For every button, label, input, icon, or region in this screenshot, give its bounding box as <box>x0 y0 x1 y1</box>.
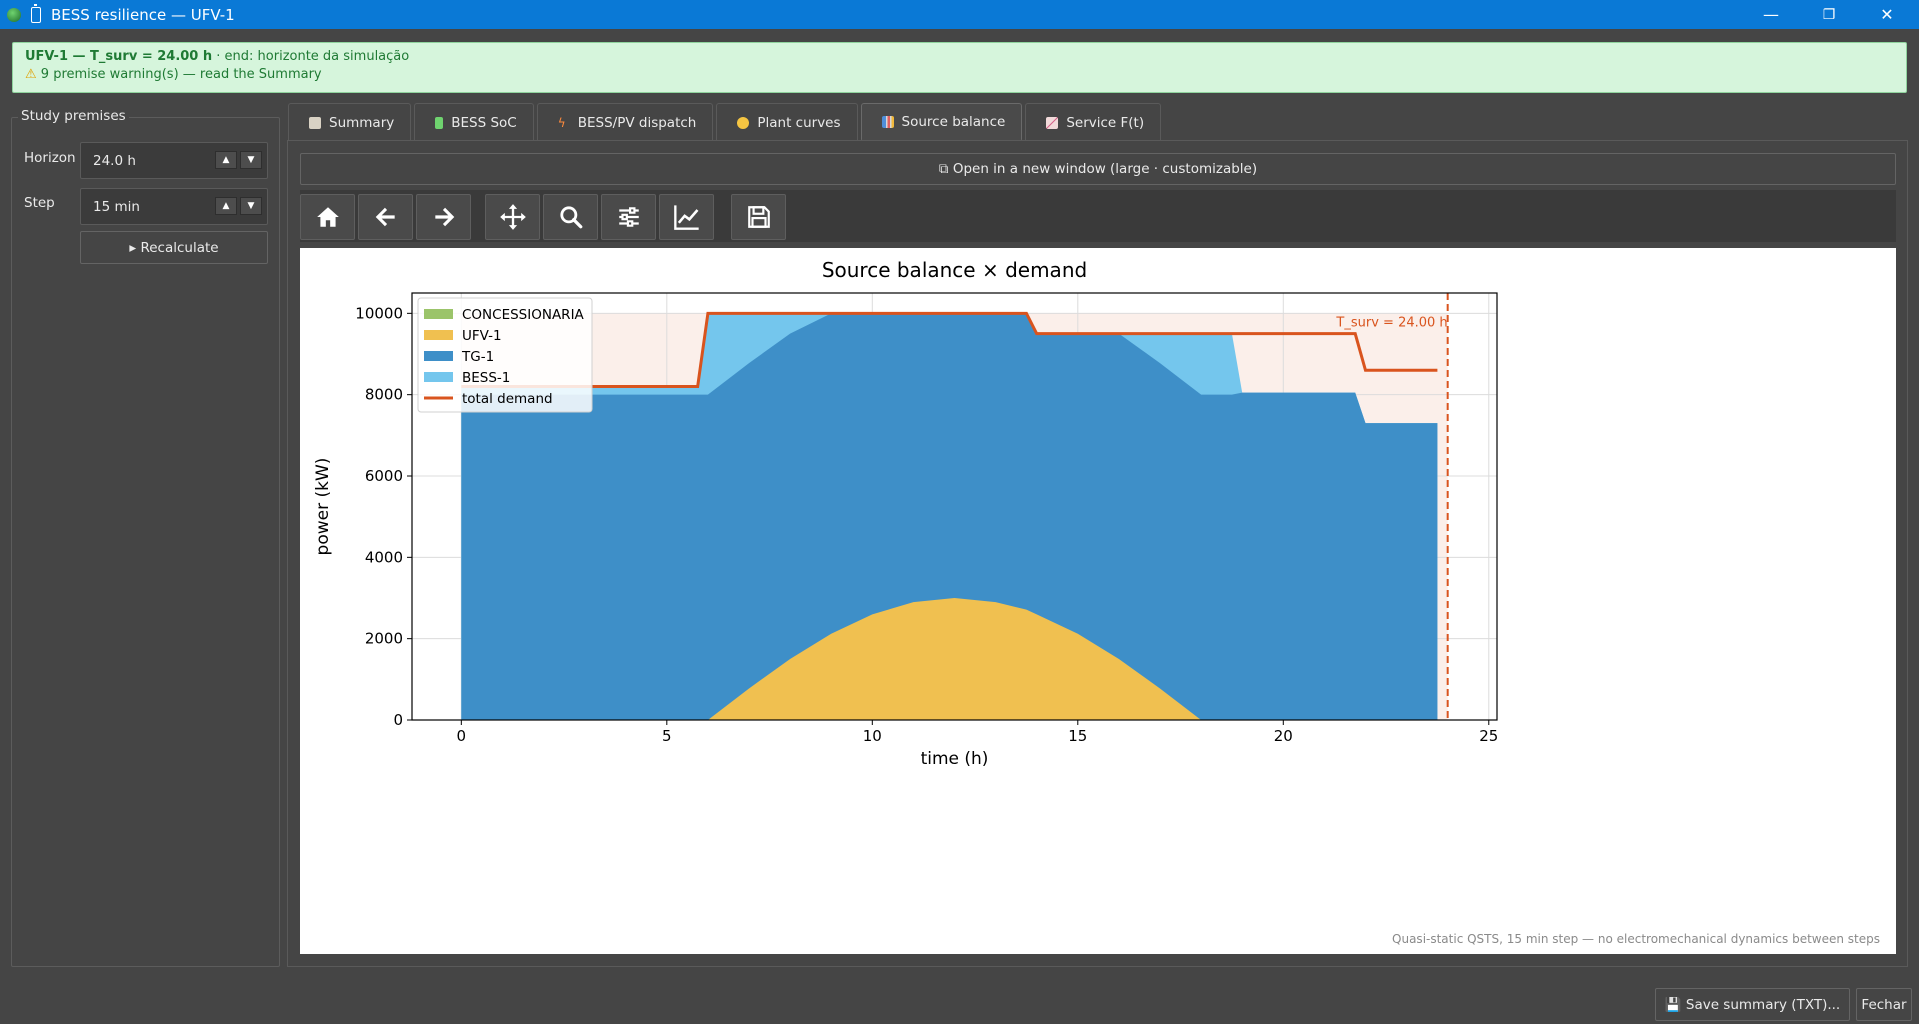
recalculate-button[interactable]: ▸ Recalculate <box>80 231 268 264</box>
legend-swatch <box>424 309 453 319</box>
horizon-spinbox[interactable]: 24.0 h ▲ ▼ <box>80 142 268 179</box>
configure-subplots-button[interactable] <box>601 194 656 240</box>
tab-label: Source balance <box>901 113 1006 130</box>
battery-icon <box>435 116 444 129</box>
chart-legend: CONCESSIONARIA UFV-1 TG-1 BESS-1 total deman… <box>417 297 593 413</box>
save-summary-button[interactable]: 💾 Save summary (TXT)... <box>1655 988 1850 1021</box>
y-tick-label: 10000 <box>355 304 403 322</box>
horizon-value: 24.0 h <box>93 153 136 169</box>
x-tick-label: 15 <box>1068 727 1087 745</box>
step-up-icon[interactable]: ▲ <box>215 197 237 215</box>
forward-button[interactable] <box>416 194 471 240</box>
study-premises-group: Study premises Horizon 24.0 h ▲ ▼ Step 1… <box>11 108 280 967</box>
step-value: 15 min <box>93 199 140 215</box>
save-figure-button[interactable] <box>731 194 786 240</box>
status-banner: UFV-1 — T_surv = 24.00 h · end: horizont… <box>12 42 1907 93</box>
pan-icon <box>499 204 526 230</box>
title-bar: BESS resilience — UFV-1 — ❐ ✕ <box>0 0 1919 29</box>
legend-label: total demand <box>462 391 553 407</box>
tab-plant-curves[interactable]: Plant curves <box>716 103 858 141</box>
chart-title: Source balance × demand <box>822 258 1087 282</box>
legend-swatch <box>424 351 453 361</box>
y-tick-label: 2000 <box>365 630 403 648</box>
tab-bar: Summary BESS SoC ϟ BESS/PV dispatch Plant… <box>288 103 1164 141</box>
close-button[interactable]: Fechar <box>1856 988 1912 1021</box>
home-button[interactable] <box>300 194 355 240</box>
pan-button[interactable] <box>485 194 540 240</box>
x-axis-label: time (h) <box>921 749 989 769</box>
summary-icon <box>309 116 321 129</box>
tab-bess-pv-dispatch[interactable]: ϟ BESS/PV dispatch <box>536 103 714 141</box>
banner-warning-text: 9 premise warning(s) — read the Summary <box>36 67 322 82</box>
x-tick-label: 10 <box>863 727 882 745</box>
edit-axes-icon <box>673 205 699 230</box>
y-tick-label: 8000 <box>365 386 403 404</box>
legend-swatch <box>424 372 453 382</box>
horizon-up-icon[interactable]: ▲ <box>215 151 237 169</box>
close-window-button[interactable]: ✕ <box>1858 0 1916 29</box>
app-icon <box>7 7 21 22</box>
window-title: BESS resilience — UFV-1 <box>51 5 235 24</box>
face-icon <box>737 116 750 129</box>
step-down-icon[interactable]: ▼ <box>240 197 262 215</box>
y-tick-label: 0 <box>393 711 403 729</box>
back-icon <box>375 207 395 227</box>
chart-svg: T_surv = 24.00 h 0 5 10 15 20 25 0 2000 4000 6000… <box>313 258 1880 946</box>
step-spinbox[interactable]: 15 min ▲ ▼ <box>80 188 268 225</box>
premises-legend: Study premises <box>18 108 129 124</box>
open-new-window-button[interactable]: ⧉ Open in a new window (large · customiz… <box>300 153 1896 185</box>
maximize-button[interactable]: ❐ <box>1800 0 1858 29</box>
banner-line-1: UFV-1 — T_surv = 24.00 h · end: horizont… <box>25 49 1894 64</box>
tab-label: BESS SoC <box>451 114 517 131</box>
banner-survival-time: UFV-1 — T_surv = 24.00 h <box>25 49 213 64</box>
tab-label: Service F(t) <box>1066 114 1145 131</box>
tab-label: BESS/PV dispatch <box>577 114 697 131</box>
battery-icon <box>31 3 41 23</box>
x-tick-label: 5 <box>662 727 672 745</box>
bar-chart-icon <box>881 115 894 128</box>
back-button[interactable] <box>358 194 413 240</box>
tab-source-balance[interactable]: Source balance <box>860 103 1023 141</box>
x-tick-label: 20 <box>1274 727 1293 745</box>
x-tick-label: 25 <box>1479 727 1498 745</box>
line-chart-icon <box>1046 116 1059 129</box>
save-figure-icon <box>747 206 770 228</box>
legend-label: UFV-1 <box>462 328 502 344</box>
tab-summary[interactable]: Summary <box>288 103 412 141</box>
chart-footnote: Quasi-static QSTS, 15 min step — no elec… <box>1392 932 1880 946</box>
tab-label: Plant curves <box>757 114 841 131</box>
source-balance-chart: T_surv = 24.00 h 0 5 10 15 20 25 0 2000 4000 6000… <box>300 248 1896 954</box>
lightning-icon: ϟ <box>557 115 566 130</box>
y-axis-label: power (kW) <box>313 458 333 556</box>
legend-label: TG-1 <box>461 349 494 365</box>
warning-icon: ⚠ <box>25 67 37 82</box>
zoom-button[interactable] <box>543 194 598 240</box>
legend-label: BESS-1 <box>462 370 510 386</box>
legend-label: CONCESSIONARIA <box>462 307 585 323</box>
banner-end-reason: · end: horizonte da simulação <box>212 49 410 64</box>
plot-toolbar <box>300 190 1896 242</box>
home-icon <box>316 207 339 227</box>
tab-label: Summary <box>329 114 395 131</box>
minimize-button[interactable]: — <box>1742 0 1800 29</box>
horizon-label: Horizon <box>24 150 76 166</box>
t-surv-label: T_surv = 24.00 h <box>1335 315 1447 330</box>
tab-service-ft[interactable]: Service F(t) <box>1025 103 1162 141</box>
tab-bess-soc[interactable]: BESS SoC <box>414 103 534 141</box>
zoom-icon <box>559 206 582 229</box>
configure-icon <box>618 207 639 227</box>
legend-swatch <box>424 330 453 340</box>
edit-axes-button[interactable] <box>659 194 714 240</box>
horizon-down-icon[interactable]: ▼ <box>240 151 262 169</box>
step-label: Step <box>24 195 55 211</box>
forward-icon <box>434 207 454 227</box>
x-tick-label: 0 <box>457 727 467 745</box>
y-tick-label: 6000 <box>365 467 403 485</box>
banner-line-2: ⚠ 9 premise warning(s) — read the Summar… <box>25 67 1894 82</box>
y-tick-label: 4000 <box>365 548 403 566</box>
